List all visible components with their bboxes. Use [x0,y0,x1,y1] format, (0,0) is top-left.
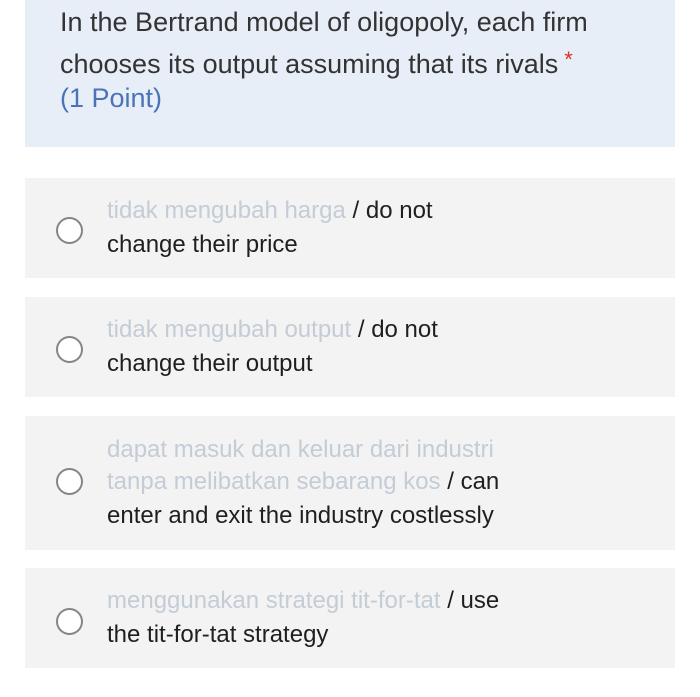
option-enter-exit-costlessly[interactable]: dapat masuk dan keluar dari industri tan… [25,416,675,550]
option-text-line-1: menggunakan strategi tit-for-tat / use [107,586,499,616]
option-text-faded-malay: dapat masuk dan keluar dari industri [107,436,494,463]
option-do-not-change-output[interactable]: tidak mengubah output / do not change th… [25,297,675,397]
question-points: (1 Point) [60,83,163,113]
form-page: In the Bertrand model of oligopoly, each… [0,0,700,697]
radio-button[interactable] [56,468,83,495]
option-text-line-2: the tit-for-tat strategy [107,621,329,648]
option-text-line-2: tanpa melibatkan sebarang kos / can [107,467,499,497]
option-text-line-2: change their price [107,231,298,258]
option-text-line-3: enter and exit the industry costlessly [107,502,494,529]
question-title: In the Bertrand model of oligopoly, each… [60,4,660,83]
option-text-english-start: / use [447,587,500,614]
required-asterisk: * [564,47,573,72]
option-text-line-1: tidak mengubah output / do not [107,315,438,345]
radio-button[interactable] [56,608,83,635]
radio-button[interactable] [56,217,83,244]
option-text-english-start: / do not [357,316,438,343]
option-text-line-2: change their output [107,350,313,377]
option-text-line-1: dapat masuk dan keluar dari industri [107,435,494,465]
option-text-faded-malay: menggunakan strategi tit-for-tat [107,587,441,614]
option-text-faded-malay: tanpa melibatkan sebarang kos [107,468,441,495]
question-card: In the Bertrand model of oligopoly, each… [25,0,675,147]
option-text-english-start: / do not [352,197,433,224]
option-text-faded-malay: tidak mengubah harga [107,197,346,224]
option-tit-for-tat[interactable]: menggunakan strategi tit-for-tat / use t… [25,568,675,668]
option-text-line-1: tidak mengubah harga / do not [107,196,433,226]
option-do-not-change-price[interactable]: tidak mengubah harga / do not change the… [25,178,675,278]
option-text-faded-malay: tidak mengubah output [107,316,352,343]
question-text: In the Bertrand model of oligopoly, each… [60,7,588,79]
radio-button[interactable] [56,336,83,363]
option-text-english-start: / can [447,468,500,495]
